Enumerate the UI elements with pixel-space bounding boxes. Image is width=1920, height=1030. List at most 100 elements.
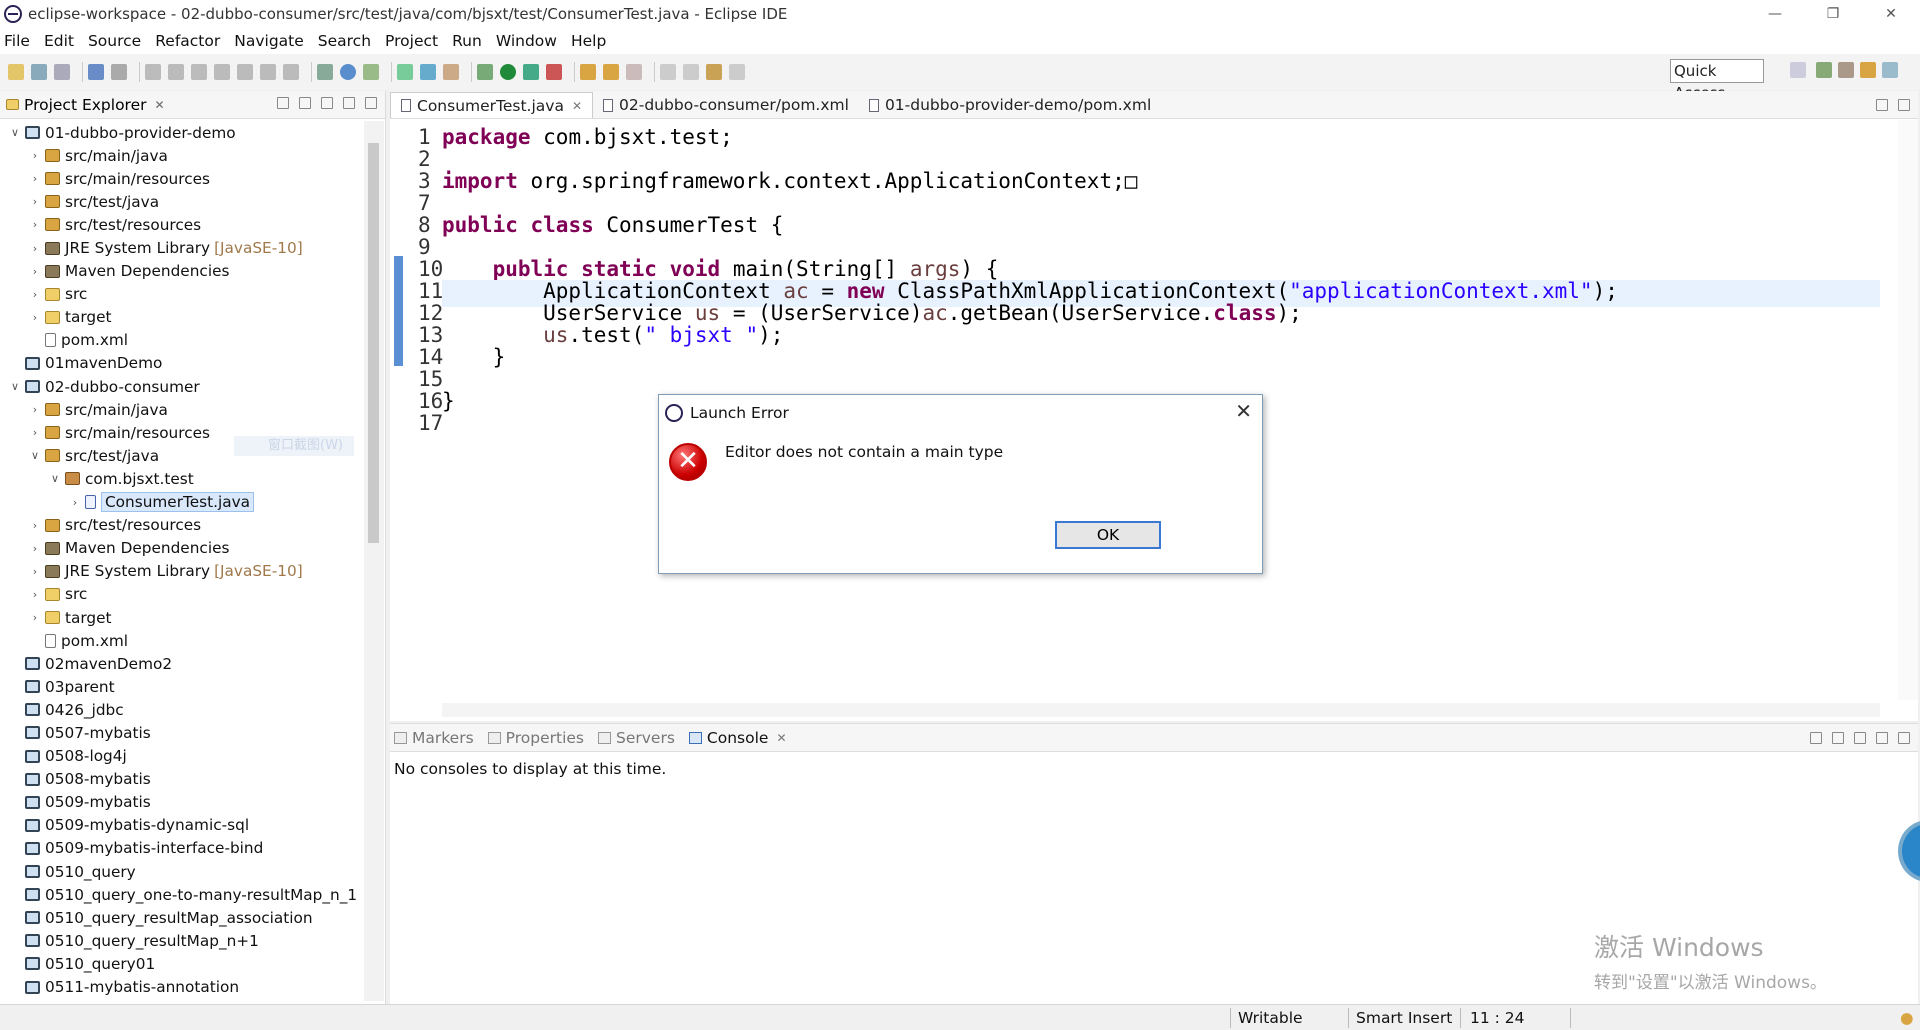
tree-item[interactable]: ∨ 02-dubbo-consumer bbox=[0, 375, 364, 398]
collapsed-chevron-icon[interactable]: › bbox=[28, 172, 42, 185]
tree-item[interactable]: › src bbox=[0, 583, 364, 606]
restore-button[interactable]: ❐ bbox=[1804, 0, 1862, 28]
minimize-view-icon[interactable] bbox=[343, 97, 355, 109]
code-line[interactable]: } bbox=[442, 346, 506, 368]
collapsed-chevron-icon[interactable]: › bbox=[28, 426, 42, 439]
tab-properties[interactable]: Properties bbox=[487, 729, 584, 747]
resume-icon[interactable] bbox=[145, 64, 161, 80]
terminate-icon[interactable] bbox=[191, 64, 207, 80]
tree-item[interactable]: 0426_jdbc bbox=[0, 698, 364, 721]
tree-item[interactable]: 03parent bbox=[0, 675, 364, 698]
tree-item[interactable]: 0509-mybatis-dynamic-sql bbox=[0, 814, 364, 837]
view-menu-icon[interactable] bbox=[321, 97, 333, 109]
tree-item[interactable]: ∨ 01-dubbo-provider-demo bbox=[0, 121, 364, 144]
open-console-icon[interactable] bbox=[1854, 732, 1866, 744]
debug-icon[interactable] bbox=[477, 64, 493, 80]
link-with-editor-icon[interactable] bbox=[299, 97, 311, 109]
menu-window[interactable]: Window bbox=[496, 32, 557, 50]
collapsed-chevron-icon[interactable]: › bbox=[28, 565, 42, 578]
code-line[interactable]: UserService us = (UserService)ac.getBean… bbox=[442, 302, 1302, 324]
back-icon[interactable] bbox=[706, 64, 722, 80]
tree-item[interactable]: › Maven Dependencies bbox=[0, 260, 364, 283]
tab-markers[interactable]: Markers bbox=[394, 729, 474, 747]
code-line[interactable]: public class ConsumerTest { bbox=[442, 214, 783, 236]
java-ee-perspective-icon[interactable] bbox=[1816, 62, 1832, 78]
collapsed-chevron-icon[interactable]: › bbox=[28, 403, 42, 416]
close-window-button[interactable]: ✕ bbox=[1862, 0, 1920, 28]
expanded-chevron-icon[interactable]: ∨ bbox=[48, 472, 62, 485]
code-line[interactable]: package com.bjsxt.test; bbox=[442, 126, 733, 148]
tab-servers[interactable]: Servers bbox=[598, 729, 675, 747]
step-over-icon[interactable] bbox=[260, 64, 276, 80]
prev-annotation-icon[interactable] bbox=[683, 64, 699, 80]
tree-item[interactable]: 0511-mybatis-annotation bbox=[0, 975, 364, 998]
editor-vertical-scrollbar[interactable] bbox=[1898, 120, 1918, 700]
tree-item[interactable]: 0509-mybatis bbox=[0, 791, 364, 814]
pin-console-icon[interactable] bbox=[1810, 732, 1822, 744]
tree-item[interactable]: › src/test/resources bbox=[0, 514, 364, 537]
dialog-title-bar[interactable]: Launch Error ✕ bbox=[659, 395, 1262, 431]
maximize-editor-icon[interactable] bbox=[1898, 99, 1910, 111]
new-package-icon[interactable] bbox=[420, 64, 436, 80]
menu-source[interactable]: Source bbox=[88, 32, 141, 50]
code-line[interactable]: import org.springframework.context.Appli… bbox=[442, 170, 1137, 192]
external-tools-icon[interactable] bbox=[546, 64, 562, 80]
tree-item[interactable]: › ConsumerTest.java bbox=[0, 491, 364, 514]
tree-item[interactable]: › src bbox=[0, 283, 364, 306]
tree-item[interactable]: pom.xml bbox=[0, 329, 364, 352]
collapsed-chevron-icon[interactable]: › bbox=[28, 218, 42, 231]
open-type-icon[interactable] bbox=[580, 64, 596, 80]
server-icon[interactable] bbox=[317, 64, 333, 80]
tree-item[interactable]: › Maven Dependencies bbox=[0, 537, 364, 560]
display-console-icon[interactable] bbox=[1832, 732, 1844, 744]
collapsed-chevron-icon[interactable]: › bbox=[28, 242, 42, 255]
save-all-icon[interactable] bbox=[54, 64, 70, 80]
collapsed-chevron-icon[interactable]: › bbox=[28, 311, 42, 324]
tree-item[interactable]: 02mavenDemo2 bbox=[0, 652, 364, 675]
tree-item[interactable]: 0510_query bbox=[0, 860, 364, 883]
close-view-icon[interactable]: ✕ bbox=[155, 98, 165, 112]
maximize-view-icon[interactable] bbox=[365, 97, 377, 109]
new-icon[interactable] bbox=[8, 64, 24, 80]
collapsed-chevron-icon[interactable]: › bbox=[28, 588, 42, 601]
quick-access-input[interactable]: Quick Access bbox=[1670, 59, 1764, 102]
minimize-button[interactable]: — bbox=[1746, 0, 1804, 28]
collapsed-chevron-icon[interactable]: › bbox=[28, 265, 42, 278]
collapsed-chevron-icon[interactable]: › bbox=[28, 611, 42, 624]
minimize-editor-icon[interactable] bbox=[1876, 99, 1888, 111]
tree-item[interactable]: › target bbox=[0, 306, 364, 329]
code-line[interactable]: } bbox=[442, 390, 455, 412]
next-annotation-icon[interactable] bbox=[660, 64, 676, 80]
menu-project[interactable]: Project bbox=[385, 32, 438, 50]
run-icon[interactable] bbox=[500, 64, 516, 80]
open-perspective-icon[interactable] bbox=[1790, 62, 1806, 78]
expanded-chevron-icon[interactable]: ∨ bbox=[8, 126, 22, 139]
expanded-chevron-icon[interactable]: ∨ bbox=[28, 449, 42, 462]
tree-item[interactable]: pom.xml bbox=[0, 629, 364, 652]
code-line[interactable]: us.test(" bjsxt "); bbox=[442, 324, 783, 346]
tree-item[interactable]: 0510_query01 bbox=[0, 952, 364, 975]
collapse-all-icon[interactable] bbox=[277, 97, 289, 109]
menu-refactor[interactable]: Refactor bbox=[155, 32, 220, 50]
editor-horizontal-scrollbar[interactable] bbox=[442, 703, 1880, 717]
search-icon[interactable] bbox=[626, 64, 642, 80]
forward-icon[interactable] bbox=[729, 64, 745, 80]
tree-item[interactable]: › src/main/resources bbox=[0, 167, 364, 190]
tab-consumertest-java[interactable]: ConsumerTest.java ✕ bbox=[390, 92, 594, 118]
new-class-icon[interactable] bbox=[443, 64, 459, 80]
tree-item[interactable]: › src/test/java bbox=[0, 190, 364, 213]
menu-file[interactable]: File bbox=[4, 32, 30, 50]
open-console-icon[interactable] bbox=[88, 64, 104, 80]
skip-breakpoints-icon[interactable] bbox=[111, 64, 127, 80]
menu-edit[interactable]: Edit bbox=[44, 32, 74, 50]
tree-item[interactable]: 0510_query_resultMap_association bbox=[0, 906, 364, 929]
tab-provider-pom[interactable]: 01-dubbo-provider-demo/pom.xml bbox=[859, 92, 1161, 118]
menu-help[interactable]: Help bbox=[571, 32, 606, 50]
save-icon[interactable] bbox=[31, 64, 47, 80]
collapsed-chevron-icon[interactable]: › bbox=[68, 496, 82, 509]
tip-icon[interactable]: ● bbox=[1900, 1009, 1914, 1027]
tab-console[interactable]: Console ✕ bbox=[688, 729, 787, 747]
tree-item[interactable]: › JRE System Library [JavaSE-10] bbox=[0, 236, 364, 259]
tree-item[interactable]: › src/main/java bbox=[0, 144, 364, 167]
git-perspective-icon[interactable] bbox=[1882, 62, 1898, 78]
